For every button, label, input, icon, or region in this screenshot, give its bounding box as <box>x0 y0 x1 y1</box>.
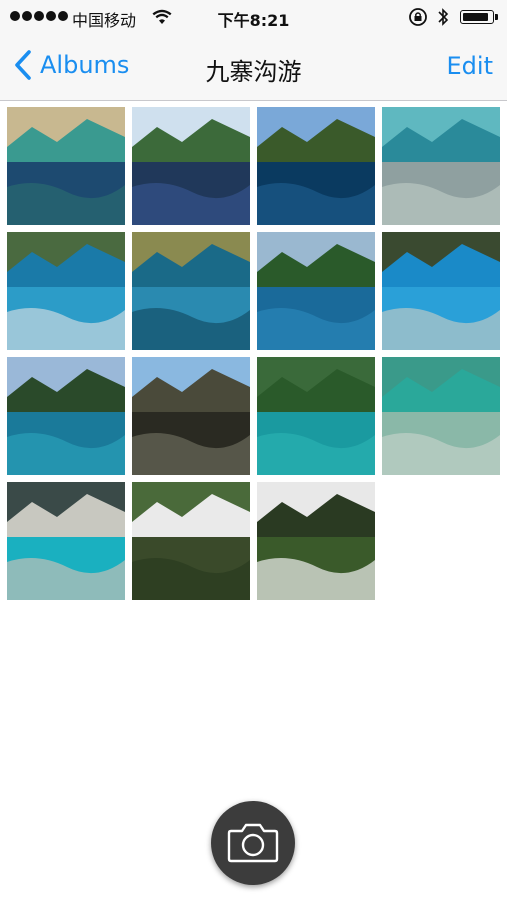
page-title: 九寨沟游 <box>205 58 302 86</box>
photo-thumbnail[interactable] <box>7 232 125 350</box>
photo-rocky-waterfall <box>132 357 250 475</box>
battery-icon <box>460 10 498 24</box>
photo-thumbnail[interactable] <box>132 482 250 600</box>
photo-thumbnail[interactable] <box>132 357 250 475</box>
photo-blue-lake-trees <box>7 232 125 350</box>
photo-waterfall-wide <box>132 482 250 600</box>
photo-thumbnail[interactable] <box>257 107 375 225</box>
photo-turquoise-shore <box>7 482 125 600</box>
clock: 下午8:21 <box>217 11 290 30</box>
photo-blue-pool-branches <box>382 232 500 350</box>
rotation-lock-icon <box>409 8 427 26</box>
photo-thumbnail[interactable] <box>7 482 125 600</box>
photo-forest-lake <box>257 357 375 475</box>
photo-thumbnail[interactable] <box>7 107 125 225</box>
photo-thumbnail[interactable] <box>257 232 375 350</box>
edit-button[interactable]: Edit <box>447 52 493 80</box>
navigation-bar: Albums 九寨沟游 Edit <box>0 34 507 101</box>
photo-thumbnail[interactable] <box>257 482 375 600</box>
photo-thumbnail[interactable] <box>7 357 125 475</box>
photo-clear-water <box>382 357 500 475</box>
photo-turquoise-lake <box>7 107 125 225</box>
photo-waterfall-stream <box>257 482 375 600</box>
photo-thumbnail[interactable] <box>382 107 500 225</box>
photo-thumbnail[interactable] <box>132 107 250 225</box>
photo-thumbnail[interactable] <box>382 232 500 350</box>
photo-mountain-lake <box>132 107 250 225</box>
photo-forest-reflection <box>257 232 375 350</box>
bluetooth-icon <box>438 8 449 26</box>
photo-thumbnail[interactable] <box>257 357 375 475</box>
photo-mountain-reflection <box>257 107 375 225</box>
photo-underwater-logs <box>382 107 500 225</box>
photo-thumbnail[interactable] <box>132 232 250 350</box>
status-bar: 中国移动 下午8:21 <box>0 0 507 34</box>
camera-icon <box>227 823 279 863</box>
photo-lake-reflection <box>132 232 250 350</box>
photo-thumbnail[interactable] <box>382 357 500 475</box>
photo-valley-lake <box>7 357 125 475</box>
camera-button[interactable] <box>211 801 295 885</box>
